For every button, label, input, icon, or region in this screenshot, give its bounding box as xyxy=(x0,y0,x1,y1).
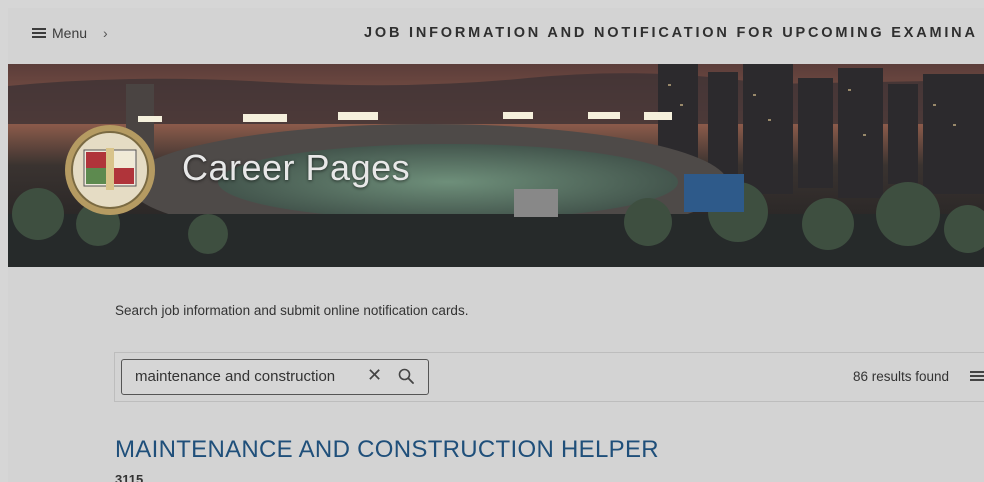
close-icon[interactable]: ✕ xyxy=(367,366,382,384)
menu-icon xyxy=(32,27,46,39)
menu-label: Menu xyxy=(52,25,88,41)
page-title: JOB INFORMATION AND NOTIFICATION FOR UPC… xyxy=(364,25,978,41)
banner-title: Career Pages xyxy=(182,147,411,188)
city-seal-logo xyxy=(65,125,155,215)
search-bar-row: maintenance and construction ✕ 86 result… xyxy=(114,352,984,402)
hero-banner: Career Pages xyxy=(8,64,984,267)
list-view-icon[interactable] xyxy=(970,369,984,383)
chevron-right-icon[interactable]: › xyxy=(103,25,108,41)
intro-text: Search job information and submit online… xyxy=(115,303,469,318)
top-bar: Menu › JOB INFORMATION AND NOTIFICATION … xyxy=(8,8,984,63)
search-input-value[interactable]: maintenance and construction xyxy=(135,368,335,385)
results-count: 86 results found xyxy=(853,369,950,384)
page: Menu › JOB INFORMATION AND NOTIFICATION … xyxy=(8,8,984,482)
job-code: 3115 xyxy=(115,472,144,482)
search-input[interactable]: maintenance and construction ✕ xyxy=(121,359,429,395)
menu-button[interactable]: Menu › xyxy=(32,25,108,41)
search-icon[interactable] xyxy=(398,368,414,384)
job-title-link[interactable]: MAINTENANCE AND CONSTRUCTION HELPER xyxy=(115,436,659,464)
